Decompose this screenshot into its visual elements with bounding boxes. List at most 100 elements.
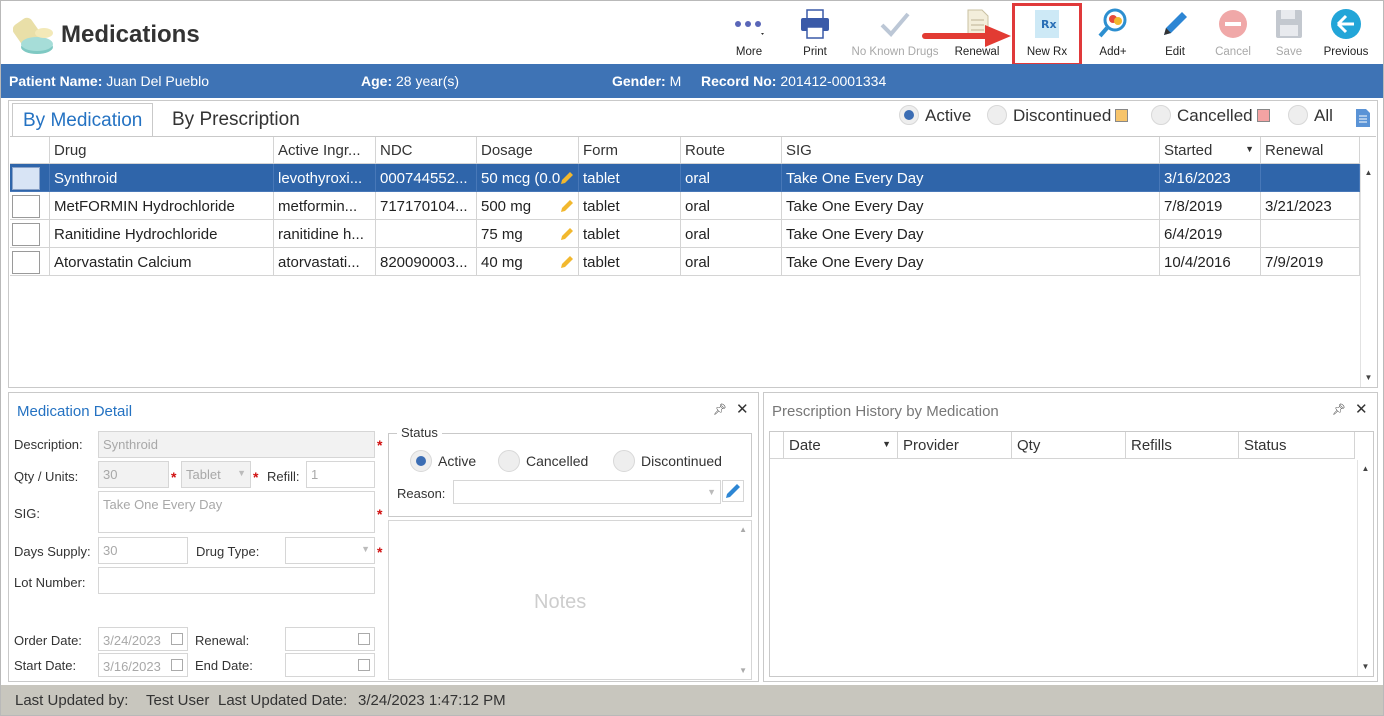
qty-field[interactable]: 30 — [98, 461, 169, 488]
renewal-cell: 7/9/2019 — [1261, 248, 1360, 276]
column-header-refills[interactable]: Refills — [1126, 432, 1239, 459]
units-select[interactable]: Tablet ▼ — [181, 461, 251, 488]
column-header-qty[interactable]: Qty — [1012, 432, 1126, 459]
dosage-cell[interactable]: 500 mg — [477, 192, 579, 220]
floppy-disk-icon — [1276, 10, 1302, 38]
scroll-down-icon[interactable]: ▼ — [739, 666, 747, 675]
close-icon[interactable]: ✕ — [736, 400, 749, 418]
required-marker: * — [377, 544, 383, 560]
status-active-radio[interactable]: Active — [410, 450, 476, 472]
header-toolbar: Medications More Print No Known Drugs Re… — [1, 1, 1383, 66]
scroll-up-icon[interactable]: ▲ — [1361, 166, 1376, 180]
history-scrollbar[interactable]: ▲ ▼ — [1357, 460, 1373, 676]
calendar-icon[interactable] — [171, 633, 183, 645]
row-checkbox[interactable] — [12, 251, 40, 274]
column-header-date[interactable]: Date ▼ — [784, 432, 898, 459]
order-date-field[interactable]: 3/24/2023 — [98, 627, 188, 651]
scroll-down-icon[interactable]: ▼ — [1361, 371, 1376, 385]
column-header-route[interactable]: Route — [681, 137, 782, 164]
table-row[interactable]: MetFORMIN Hydrochloride metformin... 717… — [10, 192, 1360, 220]
pencil-icon[interactable] — [559, 226, 575, 242]
page-title: Medications — [61, 21, 200, 48]
cancel-button[interactable]: Cancel — [1213, 5, 1253, 63]
column-header-status[interactable]: Status — [1239, 432, 1355, 459]
table-row[interactable]: Atorvastatin Calcium atorvastati... 8200… — [10, 248, 1360, 276]
lot-number-field[interactable] — [98, 567, 375, 594]
calendar-icon[interactable] — [358, 633, 370, 645]
row-select-cell[interactable] — [10, 248, 50, 276]
dosage-cell[interactable]: 50 mcg (0.0 — [477, 164, 579, 192]
status-cancelled-radio[interactable]: Cancelled — [498, 450, 588, 472]
end-date-field[interactable] — [285, 653, 375, 677]
calendar-icon[interactable] — [358, 659, 370, 671]
column-header-drug[interactable]: Drug — [50, 137, 274, 164]
discontinued-color-swatch — [1115, 108, 1129, 122]
row-select-cell[interactable] — [10, 192, 50, 220]
scroll-up-icon[interactable]: ▲ — [739, 525, 747, 534]
dosage-cell[interactable]: 40 mg — [477, 248, 579, 276]
edit-reason-icon[interactable] — [722, 480, 744, 502]
pencil-icon[interactable] — [559, 254, 575, 270]
grid-scrollbar[interactable]: ▲ ▼ — [1360, 164, 1376, 387]
dosage-cell[interactable]: 75 mg — [477, 220, 579, 248]
route-cell: oral — [681, 164, 782, 192]
column-header-ingredient[interactable]: Active Ingr... — [274, 137, 376, 164]
row-select-cell[interactable] — [10, 164, 50, 192]
filter-active-radio[interactable]: Active — [899, 104, 971, 130]
table-row[interactable]: Synthroid levothyroxi... 000744552... 50… — [10, 164, 1360, 192]
reason-label: Reason: — [397, 486, 446, 501]
save-button[interactable]: Save — [1271, 5, 1307, 63]
filter-discontinued-radio[interactable]: Discontinued — [987, 104, 1129, 130]
scroll-down-icon[interactable]: ▼ — [1358, 660, 1373, 674]
column-header-form[interactable]: Form — [579, 137, 681, 164]
status-discontinued-radio[interactable]: Discontinued — [613, 450, 722, 472]
medication-list-panel: By Medication By Prescription Active Dis… — [8, 100, 1378, 388]
print-button[interactable]: Print — [797, 5, 833, 63]
renewal-date-field[interactable] — [285, 627, 375, 651]
refill-field[interactable]: 1 — [306, 461, 375, 488]
pencil-icon[interactable] — [559, 170, 575, 186]
more-button[interactable]: More — [729, 5, 769, 63]
column-header-provider[interactable]: Provider — [898, 432, 1012, 459]
drug-cell: Synthroid — [50, 164, 274, 192]
column-header-started[interactable]: Started ▼ — [1160, 137, 1261, 164]
started-cell: 3/16/2023 — [1160, 164, 1261, 192]
add-plus-button[interactable]: Add+ — [1093, 5, 1133, 63]
pin-icon[interactable]: 📌︎ — [713, 403, 727, 416]
sig-field[interactable]: Take One Every Day — [98, 491, 375, 533]
scroll-up-icon[interactable]: ▲ — [1358, 462, 1373, 476]
row-checkbox[interactable] — [12, 223, 40, 246]
filter-all-radio[interactable]: All — [1288, 104, 1333, 130]
status-group — [388, 433, 752, 517]
column-header-renewal[interactable]: Renewal — [1261, 137, 1360, 164]
sig-cell: Take One Every Day — [782, 164, 1160, 192]
column-header-ndc[interactable]: NDC — [376, 137, 477, 164]
drug-type-select[interactable]: ▼ — [285, 537, 375, 564]
row-select-cell[interactable] — [10, 220, 50, 248]
start-date-field[interactable]: 3/16/2023 — [98, 653, 188, 677]
filter-cancelled-radio[interactable]: Cancelled — [1151, 104, 1270, 130]
report-icon[interactable] — [1355, 108, 1371, 128]
description-field[interactable]: Synthroid — [98, 431, 375, 458]
back-arrow-icon — [1331, 9, 1361, 39]
row-checkbox[interactable] — [12, 167, 40, 190]
tab-by-medication[interactable]: By Medication — [12, 103, 154, 136]
row-checkbox[interactable] — [12, 195, 40, 218]
column-header-dosage[interactable]: Dosage — [477, 137, 579, 164]
reason-select[interactable]: ▼ — [453, 480, 721, 504]
column-header-indicator — [770, 432, 784, 459]
edit-button[interactable]: Edit — [1157, 5, 1193, 63]
column-header-sig[interactable]: SIG — [782, 137, 1160, 164]
route-cell: oral — [681, 248, 782, 276]
days-supply-field[interactable]: 30 — [98, 537, 188, 564]
chevron-down-icon: ▼ — [707, 487, 716, 497]
pin-icon[interactable]: 📌︎ — [1332, 403, 1346, 416]
table-row[interactable]: Ranitidine Hydrochloride ranitidine h...… — [10, 220, 1360, 248]
close-icon[interactable]: ✕ — [1355, 400, 1368, 418]
previous-button[interactable]: Previous — [1321, 5, 1371, 63]
calendar-icon[interactable] — [171, 659, 183, 671]
tab-by-prescription[interactable]: By Prescription — [162, 103, 310, 135]
notes-textarea[interactable]: Notes ▲ ▼ — [388, 520, 752, 680]
medications-window: Medications More Print No Known Drugs Re… — [0, 0, 1384, 716]
pencil-icon[interactable] — [559, 198, 575, 214]
